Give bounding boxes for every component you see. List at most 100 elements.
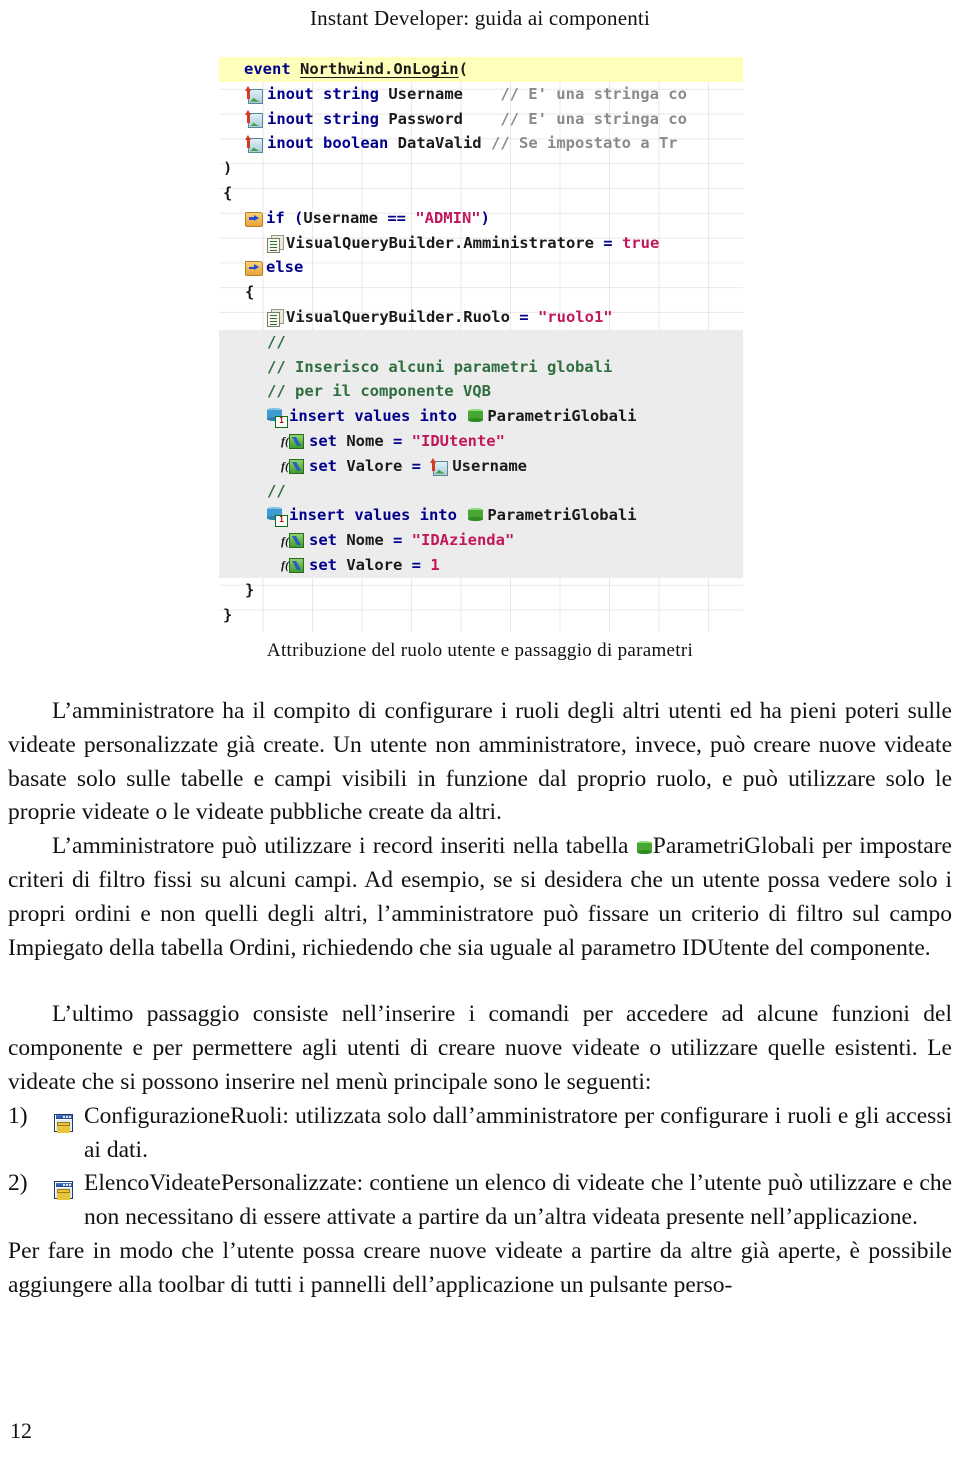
code-token: inout boolean [267,134,398,153]
paragraph-2: L’amministratore può utilizzare i record… [8,830,952,965]
code-token: set [309,531,347,550]
code-token: set [309,431,347,450]
assignment-icon [267,309,284,328]
figure-caption: Attribuzione del ruolo utente e passaggi… [266,640,694,661]
code-screenshot-figure: event Northwind.OnLogin(inout string Use… [219,57,743,632]
database-insert-icon: 1 [267,506,288,527]
expression-icon: f( [281,433,307,449]
body-text: L’amministratore ha il compito di config… [8,695,952,1303]
code-token: = [402,456,431,475]
code-token: { [245,283,255,302]
code-line: f(set Valore = Username [219,453,743,479]
parameter-icon [245,85,263,104]
code-token: ) [480,208,490,227]
page-number: 12 [10,1418,32,1443]
code-line: else [219,255,743,280]
list-item: 1) ConfigurazioneRuoli: utilizzata solo … [8,1100,952,1168]
code-line: { [219,181,743,206]
code-token: VisualQueryBuilder.Ruolo [286,307,510,326]
code-line: VisualQueryBuilder.Amministratore = true [219,231,743,256]
code-line: event Northwind.OnLogin( [219,57,743,82]
code-token: // [267,481,286,500]
code-token: ParametriGlobali [487,506,637,525]
paragraph-2-table-name: ParametriGlobali [652,833,815,860]
code-token: Username [388,84,463,103]
form-window-icon [54,1167,84,1206]
code-line: inout string Password // E' una stringa … [219,107,743,132]
code-token: ( [458,60,468,78]
code-line: f(set Valore = 1 [219,552,743,578]
code-line: 1 insert values into ParametriGlobali [219,404,743,429]
code-token: = [383,531,412,550]
code-token: // Inserisco alcuni parametri globali [267,357,613,376]
code-line: // per il componente VQB [219,379,743,405]
code-token: inout string [267,84,389,103]
expression-icon: f( [281,533,307,549]
paragraph-1: L’amministratore ha il compito di config… [8,698,952,826]
code-token: set [309,555,347,574]
code-line: { [219,280,743,305]
code-token: insert values into [289,407,467,426]
code-token: ParametriGlobali [487,407,637,426]
code-token: Valore [346,456,403,475]
code-line: } [219,578,743,603]
paragraph-2-lead: L’amministratore può utilizzare i record… [52,833,636,860]
list-item: 2) ElencoVideatePersonalizzate: contiene… [8,1167,952,1235]
code-line: } [219,603,743,628]
parameter-icon [245,110,263,129]
code-line: 1 insert values into ParametriGlobali [219,503,743,529]
code-token: } [223,605,233,624]
code-line: // Inserisco alcuni parametri globali [219,354,743,380]
code-token: event [244,60,300,78]
code-line: if (Username == "ADMIN") [219,206,743,231]
parameter-icon [245,135,263,154]
code-token: // E' una stringa co [500,109,687,128]
code-token: { [223,183,233,202]
code-token: = [509,307,538,326]
code-line: // [219,329,743,355]
code-token: set [309,456,347,475]
code-token: ) [223,159,233,178]
code-line: inout boolean DataValid // Se impostato … [219,131,743,156]
code-token: // per il componente VQB [267,382,491,401]
code-token: // [267,332,286,351]
assignment-icon [267,234,284,253]
code-token: insert values into [289,506,467,525]
code-token: DataValid [397,134,482,153]
database-table-icon [636,841,652,856]
code-token: Northwind.OnLogin [300,60,459,78]
branch-icon [245,260,263,277]
paragraph-3: L’ultimo passaggio consiste nell’inserir… [8,1001,952,1095]
code-token: Password [388,109,463,128]
code-token: = [383,431,412,450]
code-token: "IDAzienda" [411,531,515,550]
code-token: Username [452,456,527,475]
code-token: if ( [266,208,304,227]
branch-icon [245,211,263,227]
paragraph-4: Per fare in modo che l’utente possa crea… [8,1237,952,1298]
code-token: true [621,233,660,252]
code-token: "ruolo1" [537,307,613,326]
expression-icon: f( [281,458,307,474]
code-token: // E' una stringa co [500,84,687,103]
list-item-text: ElencoVideatePersonalizzate: contiene un… [84,1170,952,1231]
code-line: f(set Nome = "IDAzienda" [219,528,743,553]
code-token: = [593,233,622,252]
code-line: // [219,478,743,504]
code-token: inout string [267,109,389,128]
code-token: "IDUtente" [411,431,505,450]
list-item-number: 2) [8,1170,28,1197]
database-table-icon [468,409,484,424]
code-token: Valore [346,555,403,574]
code-token: Nome [346,431,384,450]
code-line: VisualQueryBuilder.Ruolo = "ruolo1" [219,305,743,330]
code-line: f(set Nome = "IDUtente" [219,428,743,454]
code-token: = [402,555,431,574]
code-token: // Se impostato a Tr [491,134,678,153]
database-table-icon [468,508,484,523]
database-insert-icon: 1 [267,407,288,428]
code-line: inout string Username // E' una stringa … [219,82,743,107]
list-item-number: 1) [8,1102,28,1129]
